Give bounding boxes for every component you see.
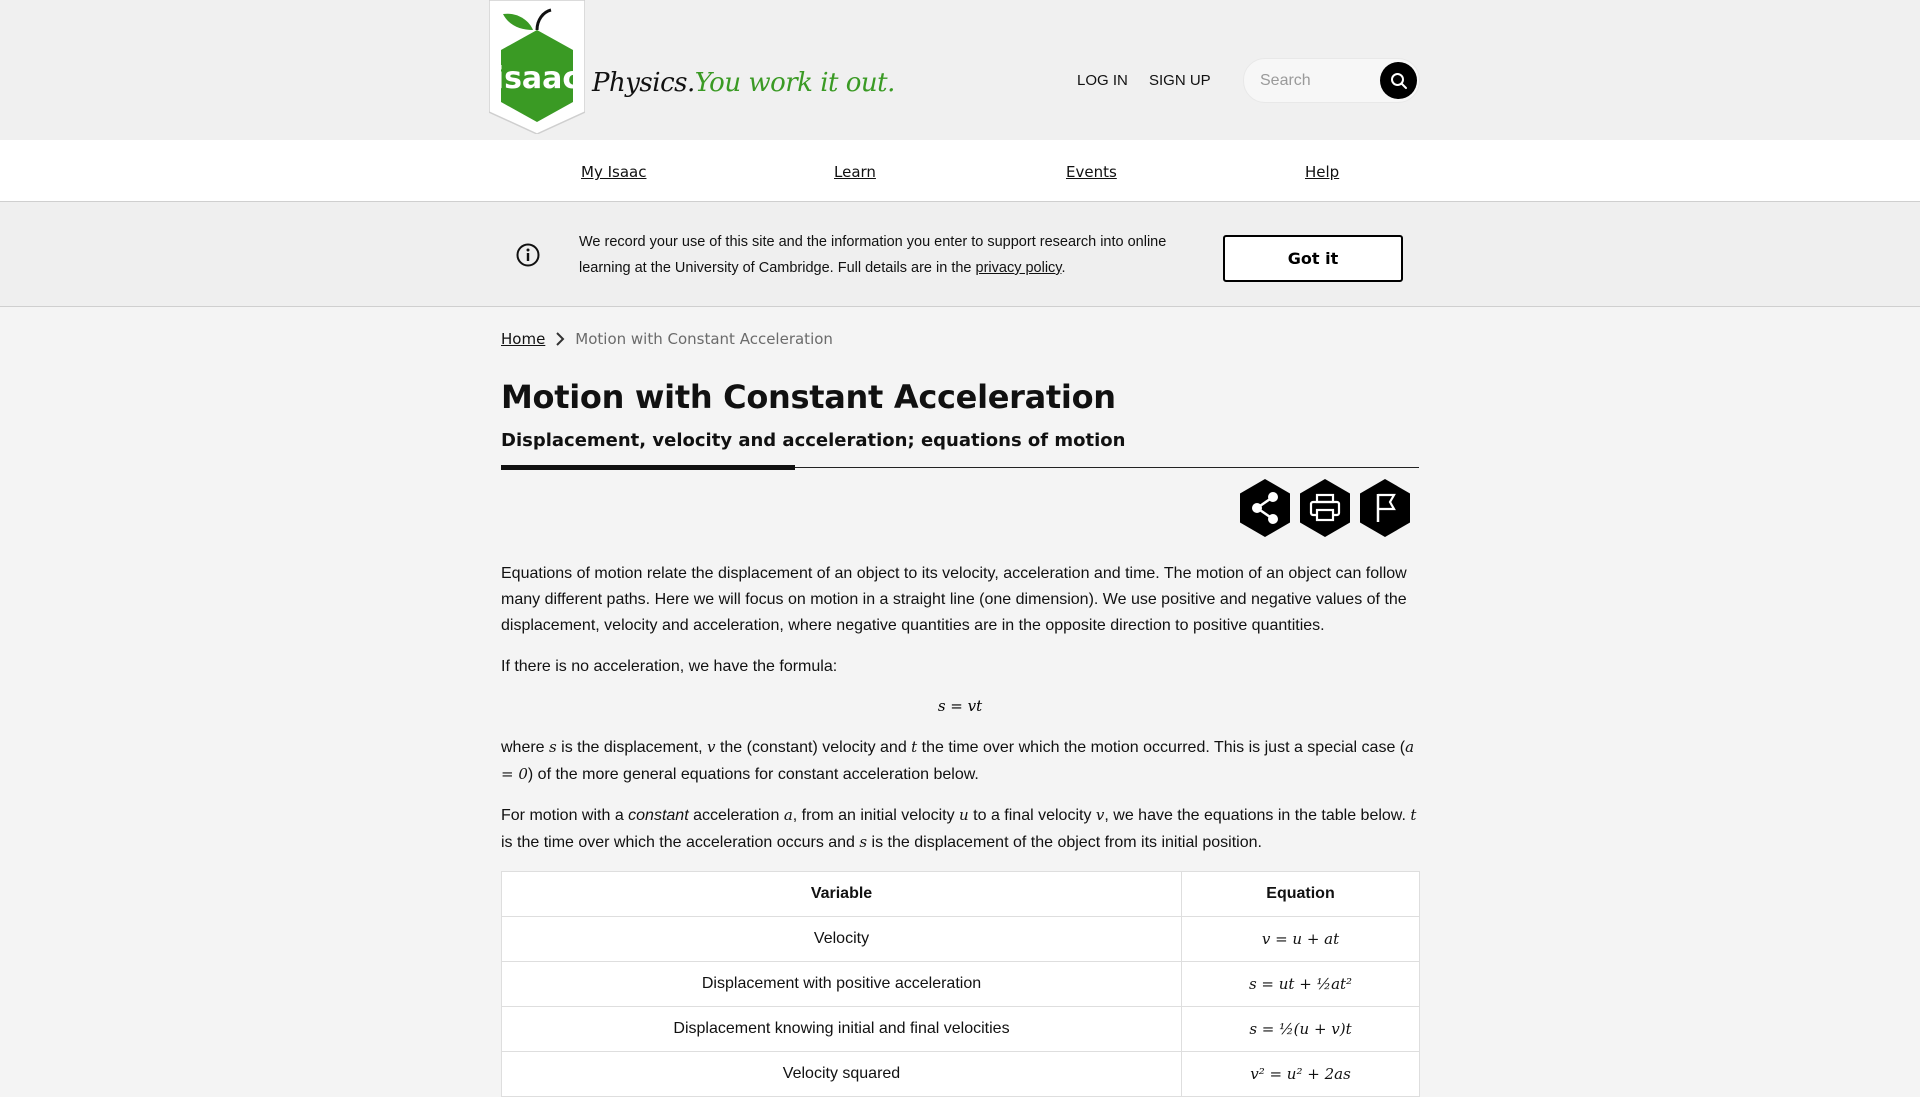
cookie-text: We record your use of this site and the … (579, 234, 1167, 276)
login-link[interactable]: LOG IN (1077, 72, 1128, 89)
table-row: Displacement knowing initial and final v… (501, 1006, 1420, 1052)
cookie-text-end: . (1061, 260, 1066, 276)
math-s: s (549, 738, 557, 756)
isaac-logo[interactable]: isaac (489, 0, 585, 134)
variable-cell: Displacement knowing initial and final v… (501, 1006, 1182, 1052)
math-s: s (859, 833, 868, 851)
main-nav: My Isaac Learn Events Help (0, 140, 1920, 202)
variable-cell: Velocity squared (501, 1051, 1182, 1097)
search-input[interactable] (1258, 69, 1382, 93)
breadcrumb: Home Motion with Constant Acceleration (501, 330, 833, 348)
breadcrumb-home[interactable]: Home (501, 330, 545, 348)
signup-link[interactable]: SIGN UP (1149, 72, 1211, 89)
search-button[interactable] (1380, 62, 1417, 99)
cookie-message: We record your use of this site and the … (579, 229, 1179, 281)
variable-cell: Displacement with positive acceleration (501, 961, 1182, 1007)
table-row: Velocity squared v² = u² + 2as (501, 1051, 1420, 1097)
intro-paragraph: Equations of motion relate the displacem… (501, 565, 1407, 634)
equation-cell: v² = u² + 2as (1181, 1051, 1420, 1097)
equation-cell: s = ½(u + v)t (1181, 1006, 1420, 1052)
search-icon (1390, 72, 1407, 89)
table-header-row: Variable Equation (501, 871, 1420, 917)
page-title: Motion with Constant Acceleration (501, 378, 1116, 416)
print-button[interactable] (1298, 478, 1352, 538)
math-v: v (707, 738, 716, 756)
nav-help[interactable]: Help (1305, 163, 1339, 181)
got-it-button[interactable]: Got it (1223, 235, 1403, 282)
math-a: a (783, 806, 793, 824)
no-acceleration-text: If there is no acceleration, we have the… (501, 658, 838, 675)
privacy-policy-link[interactable]: privacy policy (976, 260, 1062, 276)
search-box (1243, 58, 1420, 103)
where-paragraph: where s is the displacement, v the (cons… (501, 738, 1415, 783)
constant-acceleration-paragraph: For motion with a constant acceleration … (501, 806, 1417, 851)
chevron-right-icon (556, 332, 565, 346)
breadcrumb-current: Motion with Constant Acceleration (575, 330, 833, 348)
site-header (0, 0, 1920, 140)
variable-cell: Velocity (501, 916, 1182, 962)
logo-text: isaac (494, 61, 580, 96)
table-row: Velocity v = u + at (501, 916, 1420, 962)
math-t: t (1410, 806, 1417, 824)
page-subtitle: Displacement, velocity and acceleration;… (501, 430, 1126, 451)
column-header-equation: Equation (1181, 871, 1420, 917)
equation-cell: v = u + at (1181, 916, 1420, 962)
tagline: Physics.You work it out. (592, 68, 895, 98)
equations-table: Variable Equation Velocity v = u + at Di… (501, 871, 1420, 1097)
title-divider-accent (501, 465, 795, 470)
share-button[interactable] (1238, 478, 1292, 538)
formula-s-vt: s = vt (937, 697, 983, 715)
equation-cell: s = ut + ½at² (1181, 961, 1420, 1007)
column-header-variable: Variable (501, 871, 1182, 917)
nav-events[interactable]: Events (1066, 163, 1117, 181)
tagline-secondary: You work it out. (694, 68, 896, 98)
nav-learn[interactable]: Learn (834, 163, 876, 181)
tagline-primary: Physics. (592, 68, 695, 98)
info-icon (516, 243, 540, 267)
math-u: u (959, 806, 969, 824)
nav-my-isaac[interactable]: My Isaac (581, 163, 646, 181)
report-button[interactable] (1358, 478, 1412, 538)
table-row: Displacement with positive acceleration … (501, 961, 1420, 1007)
